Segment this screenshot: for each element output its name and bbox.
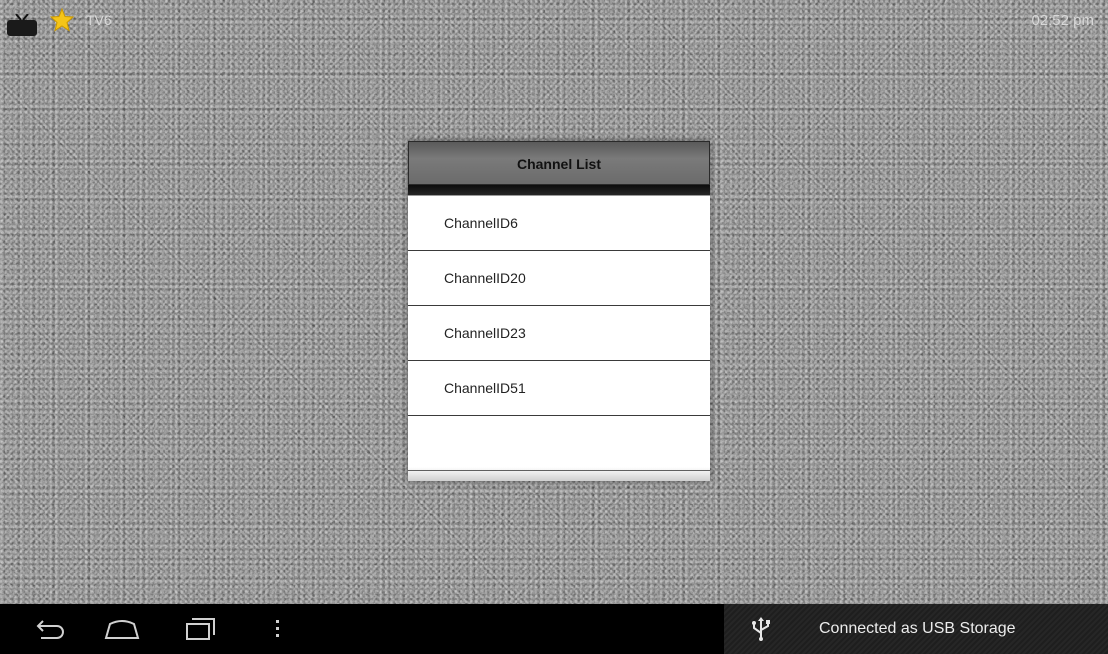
channel-label: ChannelID6 <box>444 215 518 231</box>
channel-list-dialog: Channel List ChannelID6 ChannelID20 Chan… <box>408 141 710 481</box>
favorite-star-icon[interactable] <box>50 8 74 32</box>
usb-notification[interactable]: Connected as USB Storage <box>724 604 1108 654</box>
home-icon <box>104 620 140 639</box>
channel-item-51[interactable]: ChannelID51 <box>408 361 710 416</box>
system-navigation-bar: Connected as USB Storage <box>0 604 1108 654</box>
dialog-title: Channel List <box>516 156 601 172</box>
overflow-menu-button[interactable] <box>258 614 298 644</box>
dialog-header: Channel List <box>408 141 710 185</box>
recent-apps-icon <box>186 618 215 640</box>
channel-item-20[interactable]: ChannelID20 <box>408 251 710 306</box>
overflow-menu-icon <box>276 620 279 637</box>
channel-label: ChannelID20 <box>444 270 526 286</box>
channel-list[interactable]: ChannelID6 ChannelID20 ChannelID23 Chann… <box>408 195 710 481</box>
channel-item-empty[interactable] <box>408 416 710 471</box>
tv-icon <box>7 14 37 36</box>
home-button[interactable] <box>102 614 142 644</box>
channel-label: ChannelID23 <box>444 325 526 341</box>
channel-label: ChannelID51 <box>444 380 526 396</box>
usb-notification-text: Connected as USB Storage <box>819 620 1016 637</box>
list-scroll-fade <box>408 467 710 481</box>
current-channel-name: TV6 <box>86 12 112 28</box>
channel-item-23[interactable]: ChannelID23 <box>408 306 710 361</box>
back-icon <box>36 620 64 639</box>
usb-icon <box>752 617 770 641</box>
top-status-overlay: TV6 02:52 pm <box>0 0 1108 36</box>
channel-item-6[interactable]: ChannelID6 <box>408 195 710 251</box>
clock: 02:52 pm <box>1031 12 1094 29</box>
recent-apps-button[interactable] <box>180 614 220 644</box>
tv-app-screen: TV6 02:52 pm Channel List ChannelID6 Cha… <box>0 0 1108 654</box>
back-button[interactable] <box>30 614 70 644</box>
header-divider <box>408 185 710 195</box>
